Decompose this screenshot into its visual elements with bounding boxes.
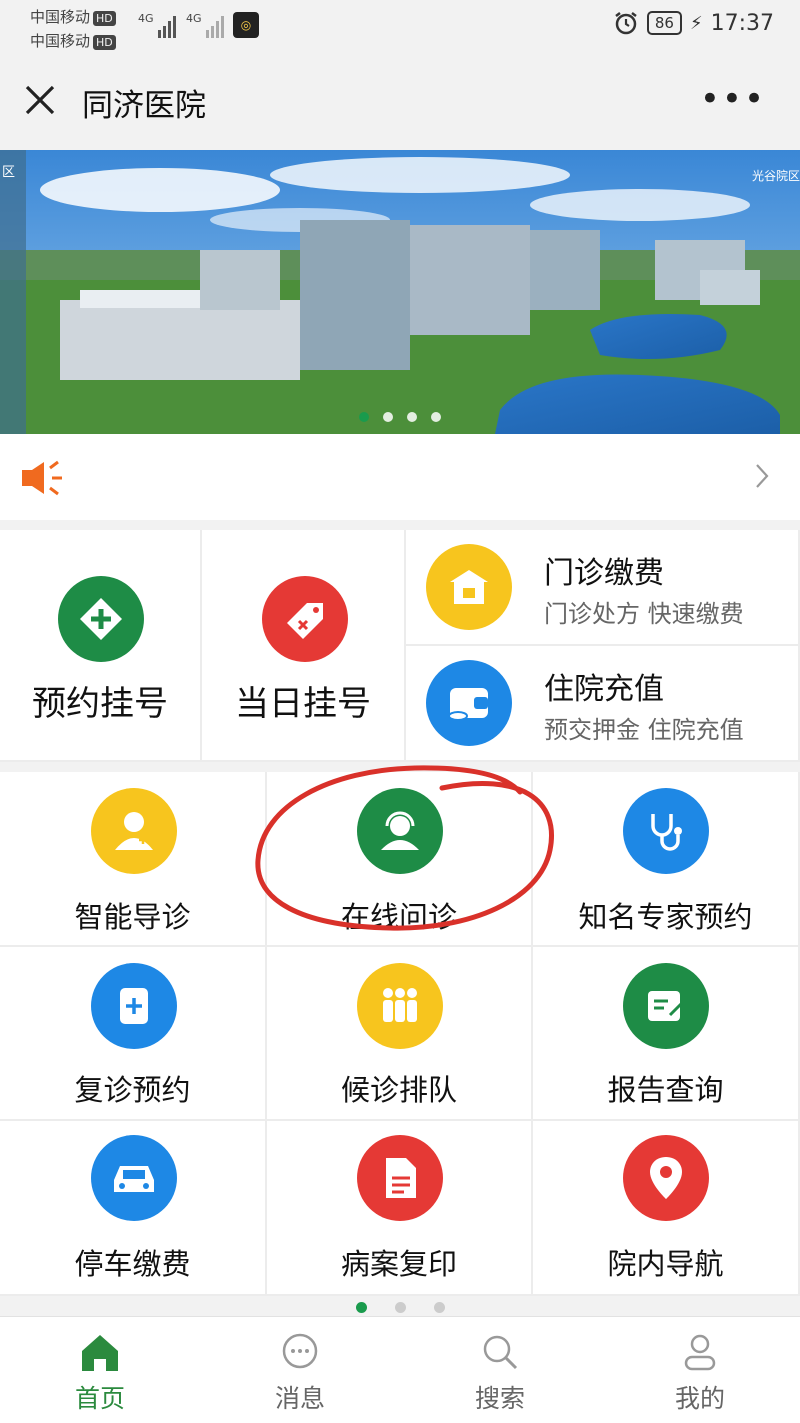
status-bar: 中国移动 HD 中国移动 HD 4G 4G ◎ 86 ⚡ 17:37: [0, 0, 800, 54]
megaphone-icon: [22, 460, 62, 496]
close-icon[interactable]: [22, 82, 58, 118]
outpatient-payment-title: 门诊缴费: [544, 556, 664, 591]
search-icon: [483, 1335, 518, 1370]
battery-level: 86: [646, 11, 682, 35]
service-grid: 智能导诊 在线问诊 知名专家预约 复诊预约 候诊排队 报告查询 停车缴费 病案复…: [0, 772, 800, 1296]
primary-services: 预约挂号 当日挂号 门诊缴费 门诊处方 快速缴费 住院充值 预交押金 住院充值: [0, 530, 800, 762]
medical-record-copy-button[interactable]: 病案复印: [267, 1121, 533, 1296]
tab-home[interactable]: 首页: [0, 1317, 200, 1423]
same-day-registration-button[interactable]: 当日挂号: [202, 530, 406, 762]
tab-label: 我的: [674, 1384, 725, 1413]
queue-button[interactable]: 候诊排队: [267, 947, 533, 1121]
tab-label: 搜索: [474, 1384, 525, 1413]
online-consultation-button[interactable]: 在线问诊: [267, 772, 533, 947]
stethoscope-icon: [623, 788, 709, 874]
grid-page-dot[interactable]: [394, 1302, 406, 1313]
chevron-right-icon[interactable]: [754, 462, 770, 490]
home-icon: [82, 1335, 118, 1371]
headset-icon: [357, 788, 443, 874]
carrier-2: 中国移动 HD: [30, 30, 116, 51]
alarm-icon: [615, 12, 637, 35]
bottom-tab-bar: 首页 消息 搜索 我的: [0, 1316, 800, 1423]
announcement-bar[interactable]: [0, 434, 800, 520]
grid-label: 报告查询: [607, 1073, 724, 1107]
signal-icon: 4G: [138, 12, 176, 38]
appointment-label: 预约挂号: [32, 684, 168, 724]
grid-label: 知名专家预约: [578, 900, 753, 934]
parking-payment-button[interactable]: 停车缴费: [0, 1121, 267, 1296]
banner-dot[interactable]: [407, 412, 417, 422]
outpatient-payment-button[interactable]: 门诊缴费 门诊处方 快速缴费: [406, 530, 800, 646]
app-notification-icon: ◎: [233, 12, 259, 38]
title-bar: 同济医院 •••: [0, 54, 800, 150]
notebook-plus-icon: [91, 963, 177, 1049]
grid-pagination: [0, 1302, 800, 1313]
charging-icon: ⚡: [689, 12, 703, 34]
more-options-button[interactable]: •••: [700, 82, 766, 116]
banner-dot[interactable]: [383, 412, 393, 422]
page-title: 同济医院: [82, 88, 206, 124]
grid-page-dot[interactable]: [433, 1302, 445, 1313]
grid-label: 智能导诊: [74, 900, 191, 934]
grid-label: 候诊排队: [340, 1073, 457, 1107]
grid-label: 病案复印: [340, 1247, 457, 1281]
tab-profile[interactable]: 我的: [600, 1317, 800, 1423]
grid-label: 院内导航: [607, 1247, 724, 1281]
tab-label: 消息: [274, 1384, 325, 1413]
tab-messages[interactable]: 消息: [200, 1317, 400, 1423]
signal-icon: 4G: [186, 12, 224, 38]
building-icon: [426, 544, 512, 630]
appointment-button[interactable]: 预约挂号: [0, 530, 202, 762]
grid-label: 在线问诊: [340, 900, 457, 934]
plus-badge-icon: [58, 576, 144, 662]
outpatient-payment-subtitle: 门诊处方 快速缴费: [544, 600, 744, 628]
banner-dot[interactable]: [359, 412, 369, 422]
report-icon: [623, 963, 709, 1049]
wallet-icon: [426, 660, 512, 746]
carrier-1: 中国移动 HD: [30, 6, 116, 27]
hero-banner[interactable]: 区 光谷院区: [0, 150, 800, 434]
tab-label: 首页: [74, 1384, 125, 1413]
queue-people-icon: [357, 963, 443, 1049]
inpatient-recharge-button[interactable]: 住院充值 预交押金 住院充值: [406, 646, 800, 762]
clock: 17:37: [710, 10, 774, 36]
location-pin-icon: [623, 1135, 709, 1221]
doctor-icon: [91, 788, 177, 874]
report-query-button[interactable]: 报告查询: [533, 947, 800, 1121]
hospital-photo: 区 光谷院区: [0, 150, 800, 434]
document-icon: [357, 1135, 443, 1221]
car-icon: [91, 1135, 177, 1221]
smart-triage-button[interactable]: 智能导诊: [0, 772, 267, 947]
inpatient-recharge-subtitle: 预交押金 住院充值: [544, 716, 744, 744]
indoor-navigation-button[interactable]: 院内导航: [533, 1121, 800, 1296]
tag-icon: [262, 576, 348, 662]
inpatient-recharge-title: 住院充值: [544, 672, 664, 707]
grid-page-dot[interactable]: [355, 1302, 367, 1313]
follow-up-appointment-button[interactable]: 复诊预约: [0, 947, 267, 1121]
banner-dot[interactable]: [431, 412, 441, 422]
banner-pagination: [0, 412, 800, 422]
chat-bubble-icon: [282, 1333, 318, 1369]
expert-appointment-button[interactable]: 知名专家预约: [533, 772, 800, 947]
grid-label: 停车缴费: [74, 1247, 191, 1281]
banner-sign-left: 区: [2, 165, 15, 180]
same-day-label: 当日挂号: [235, 684, 371, 724]
banner-sign-right: 光谷院区: [752, 169, 800, 183]
grid-label: 复诊预约: [74, 1073, 191, 1107]
user-icon: [684, 1334, 716, 1371]
tab-search[interactable]: 搜索: [400, 1317, 600, 1423]
